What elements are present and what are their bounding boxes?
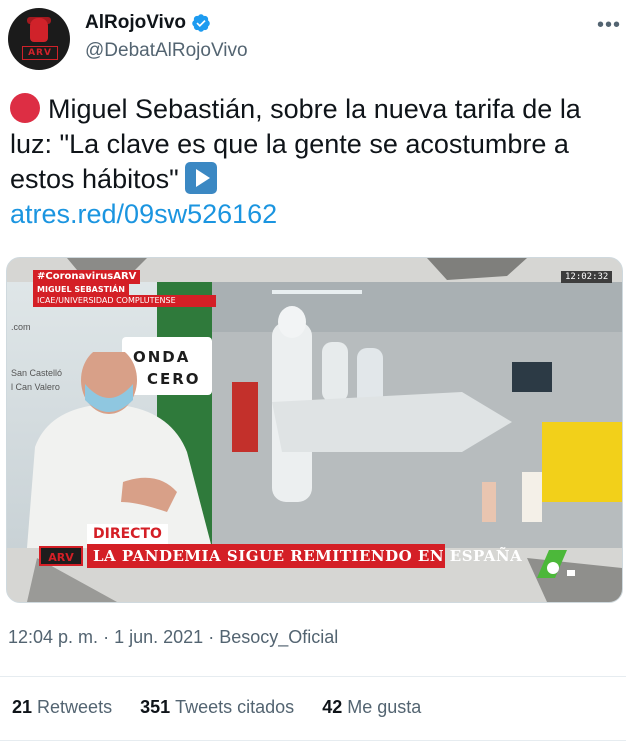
- more-options-icon[interactable]: •••: [597, 14, 621, 37]
- red-circle-icon: [10, 93, 40, 123]
- meta-separator: ·: [103, 627, 110, 647]
- tweet-text: Miguel Sebastián, sobre la nueva tarifa …: [10, 92, 610, 232]
- avatar-figure-shape: [30, 18, 48, 42]
- tweet-source[interactable]: Besocy_Oficial: [219, 627, 338, 647]
- verified-badge-icon: [192, 14, 210, 32]
- studio-small-text: .com: [11, 322, 31, 332]
- meta-separator: ·: [208, 627, 215, 647]
- broadcast-clock: 12:02:32: [561, 271, 613, 283]
- news-ticker: LA PANDEMIA SIGUE REMITIENDO EN ESPAÑA: [87, 544, 522, 568]
- likes-count: 42: [322, 697, 343, 717]
- avatar[interactable]: ARV: [8, 8, 70, 70]
- tweet-body: Miguel Sebastián, sobre la nueva tarifa …: [10, 94, 581, 194]
- play-button-icon: [184, 162, 217, 194]
- likes-label: Me gusta: [347, 697, 422, 717]
- lasexta-logo-icon: [537, 550, 575, 578]
- tweet-metadata: 12:04 p. m. · 1 jun. 2021 · Besocy_Ofici…: [8, 627, 338, 648]
- avatar-logo: ARV: [22, 46, 58, 60]
- tweet-link[interactable]: atres.red/09sw526162: [10, 199, 277, 229]
- divider: [0, 740, 626, 741]
- hospital-scene: [212, 282, 622, 548]
- quotes-count: 351: [140, 697, 171, 717]
- quotes-label: Tweets citados: [175, 697, 295, 717]
- live-label: DIRECTO: [87, 524, 168, 544]
- ticker-logo: ARV: [39, 546, 83, 566]
- likes-stat[interactable]: 42 Me gusta: [322, 697, 421, 718]
- hashtag-label: #CoronavirusARV: [33, 270, 141, 284]
- guest-figure: [27, 352, 212, 548]
- tweet-media-image[interactable]: ONDA CERO .com San Castelló l Can Valero: [6, 257, 623, 603]
- name-row: AlRojoVivo: [85, 12, 211, 34]
- quotes-stat[interactable]: 351 Tweets citados: [140, 697, 294, 718]
- tweet-date[interactable]: 1 jun. 2021: [114, 627, 203, 647]
- engagement-stats: 21 Retweets 351 Tweets citados 42 Me gusta: [12, 697, 449, 718]
- divider: [0, 676, 626, 677]
- retweets-count: 21: [12, 697, 33, 717]
- user-handle[interactable]: @DebatAlRojoVivo: [85, 40, 248, 62]
- tweet-time[interactable]: 12:04 p. m.: [8, 627, 98, 647]
- tweet-header: ARV AlRojoVivo @DebatAlRojoVivo •••: [0, 0, 626, 90]
- retweets-stat[interactable]: 21 Retweets: [12, 697, 112, 718]
- display-name[interactable]: AlRojoVivo: [85, 12, 186, 34]
- studio-panel: ONDA CERO .com San Castelló l Can Valero: [7, 282, 212, 548]
- hospital-scene-graphic: [212, 282, 622, 548]
- retweets-label: Retweets: [37, 697, 113, 717]
- guest-role-label: ICAE/UNIVERSIDAD COMPLUTENSE: [33, 295, 216, 307]
